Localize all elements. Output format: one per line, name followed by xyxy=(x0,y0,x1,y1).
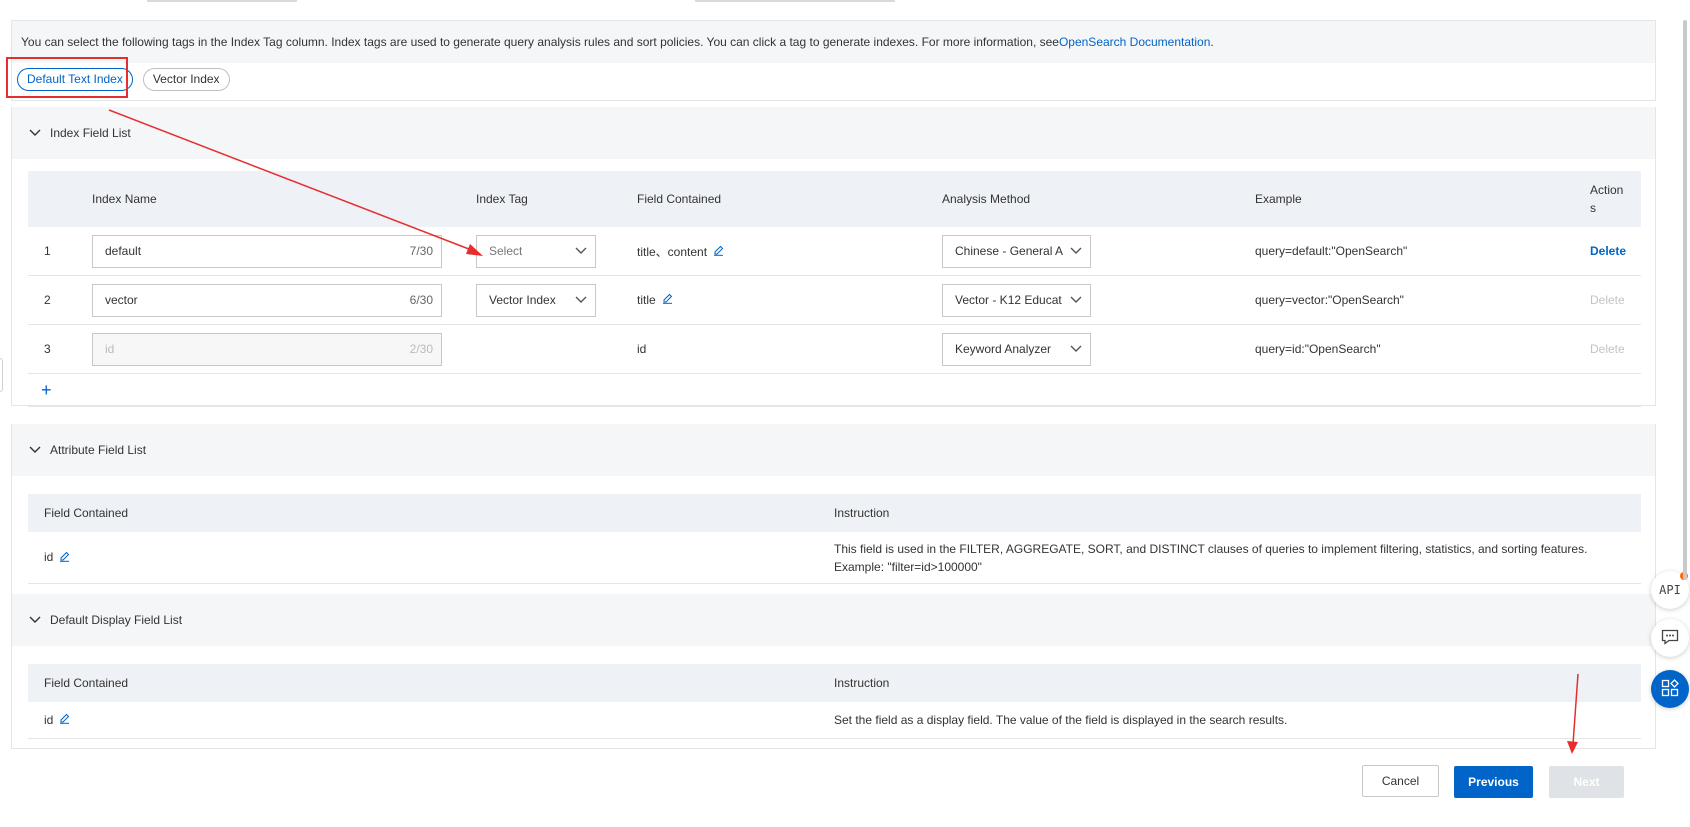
display-field-section-header[interactable]: Default Display Field List xyxy=(12,594,1655,646)
table-header: Field Contained Instruction xyxy=(28,494,1641,532)
col-field-contained: Field Contained xyxy=(44,506,129,520)
scrollbar[interactable] xyxy=(1683,20,1687,580)
display-field-section: Default Display Field List Field Contain… xyxy=(11,594,1656,749)
index-name-input[interactable]: default 7/30 xyxy=(92,234,442,268)
col-index-tag: Index Tag xyxy=(476,192,528,206)
delete-button[interactable]: Delete xyxy=(1590,293,1625,307)
chevron-down-icon xyxy=(28,443,42,457)
attribute-field-table: Field Contained Instruction id This fiel… xyxy=(28,494,1641,584)
index-name-value: default xyxy=(105,244,142,258)
analysis-method-select[interactable]: Chinese - General A xyxy=(942,234,1091,268)
next-button[interactable]: Next xyxy=(1549,766,1624,798)
row-number: 3 xyxy=(44,342,51,356)
display-field-table: Field Contained Instruction id Set the f… xyxy=(28,664,1641,739)
table-header: Field Contained Instruction xyxy=(28,664,1641,702)
apps-float-button[interactable] xyxy=(1651,670,1689,708)
col-analysis-method: Analysis Method xyxy=(942,192,1031,206)
table-row: id Set the field as a display field. The… xyxy=(28,702,1641,739)
chevron-down-icon xyxy=(1070,342,1082,356)
section-title: Default Display Field List xyxy=(50,613,183,627)
previous-button[interactable]: Previous xyxy=(1454,766,1533,798)
side-panel-handle[interactable] xyxy=(0,358,3,392)
index-tag-select[interactable]: Vector Index xyxy=(476,283,596,317)
select-value: Keyword Analyzer xyxy=(955,342,1052,356)
delete-button[interactable]: Delete xyxy=(1590,244,1626,258)
chevron-down-icon xyxy=(1070,293,1082,307)
info-suffix: . xyxy=(1210,35,1214,49)
table-row: 2 vector 6/30 Vector Index title Vector -… xyxy=(28,276,1641,325)
delete-button[interactable]: Delete xyxy=(1590,342,1625,356)
table-header: Index Name Index Tag Field Contained Ana… xyxy=(28,171,1641,227)
chevron-down-icon xyxy=(575,244,587,258)
col-field-contained: Field Contained xyxy=(637,192,722,206)
chevron-down-icon xyxy=(28,613,42,627)
attribute-field-section-header[interactable]: Attribute Field List xyxy=(12,424,1655,476)
col-example: Example xyxy=(1255,192,1302,206)
index-name-value: id xyxy=(105,342,115,356)
row-number: 1 xyxy=(44,244,51,258)
index-tag-select[interactable]: Select xyxy=(476,234,596,268)
edit-icon[interactable] xyxy=(59,551,70,565)
col-instruction: Instruction xyxy=(834,506,890,520)
example-value: query=default:"OpenSearch" xyxy=(1255,244,1408,258)
instruction-text: Set the field as a display field. The va… xyxy=(834,713,1288,727)
edit-icon[interactable] xyxy=(713,245,724,259)
edit-icon[interactable] xyxy=(59,713,70,727)
example-value: query=vector:"OpenSearch" xyxy=(1255,293,1404,307)
field-contained-value: id xyxy=(44,550,54,565)
field-contained-value: title xyxy=(637,292,656,307)
edit-icon[interactable] xyxy=(662,293,673,307)
col-instruction: Instruction xyxy=(834,676,890,690)
section-title: Attribute Field List xyxy=(50,443,147,457)
chevron-down-icon xyxy=(1070,244,1082,258)
table-row: 1 default 7/30 Select title、content Chine… xyxy=(28,227,1641,276)
select-value: Vector Index xyxy=(489,293,556,307)
opensearch-doc-link[interactable]: OpenSearch Documentation xyxy=(1059,35,1210,49)
attribute-field-section: Attribute Field List Field Contained Ins… xyxy=(11,424,1656,595)
index-field-section-header[interactable]: Index Field List xyxy=(12,107,1655,159)
index-name-value: vector xyxy=(105,293,138,307)
instruction-text: This field is used in the FILTER, AGGREG… xyxy=(834,541,1588,574)
field-contained-value: title、content xyxy=(637,244,708,259)
col-actions: Action s xyxy=(1590,183,1624,215)
chevron-down-icon xyxy=(575,293,587,307)
field-contained-value: id xyxy=(637,342,647,356)
char-count: 2/30 xyxy=(409,342,433,356)
select-value: Chinese - General A xyxy=(955,244,1064,258)
row-number: 2 xyxy=(44,293,51,307)
chevron-down-icon xyxy=(28,126,42,140)
col-index-name: Index Name xyxy=(92,192,157,206)
tag-default-text-index[interactable]: Default Text Index xyxy=(17,68,133,91)
index-field-section: Index Field List Index Name Index Tag Fi… xyxy=(11,107,1656,407)
analysis-method-select[interactable]: Keyword Analyzer xyxy=(942,332,1091,366)
top-field-stub xyxy=(695,0,895,2)
index-tag-list: Default Text Index Vector Index xyxy=(17,68,230,91)
table-row: id This field is used in the FILTER, AGG… xyxy=(28,532,1641,584)
example-value: query=id:"OpenSearch" xyxy=(1255,342,1381,356)
info-description: You can select the following tags in the… xyxy=(21,35,1059,49)
info-text: You can select the following tags in the… xyxy=(12,21,1655,63)
add-row: + xyxy=(28,374,1641,407)
add-index-button[interactable]: + xyxy=(28,380,52,401)
index-tag-info-panel: You can select the following tags in the… xyxy=(11,20,1656,101)
apps-grid-icon xyxy=(1661,678,1679,700)
section-title: Index Field List xyxy=(50,126,131,140)
top-field-stub xyxy=(147,0,297,2)
chat-icon xyxy=(1661,629,1679,648)
field-contained-value: id xyxy=(44,712,54,727)
cancel-button[interactable]: Cancel xyxy=(1362,765,1439,797)
select-value: Vector - K12 Educat xyxy=(955,293,1062,307)
analysis-method-select[interactable]: Vector - K12 Educat xyxy=(942,283,1091,317)
table-row: 3 id 2/30 id Keyword Analyzer query=id:"O… xyxy=(28,325,1641,374)
index-field-table: Index Name Index Tag Field Contained Ana… xyxy=(28,171,1641,407)
tag-vector-index[interactable]: Vector Index xyxy=(142,68,230,91)
char-count: 6/30 xyxy=(409,293,433,307)
api-label: API xyxy=(1659,583,1681,597)
index-name-input: id 2/30 xyxy=(92,332,442,366)
col-field-contained: Field Contained xyxy=(44,676,129,690)
feedback-float-button[interactable] xyxy=(1651,619,1689,657)
char-count: 7/30 xyxy=(409,244,433,258)
select-value: Select xyxy=(489,244,523,258)
index-name-input[interactable]: vector 6/30 xyxy=(92,283,442,317)
